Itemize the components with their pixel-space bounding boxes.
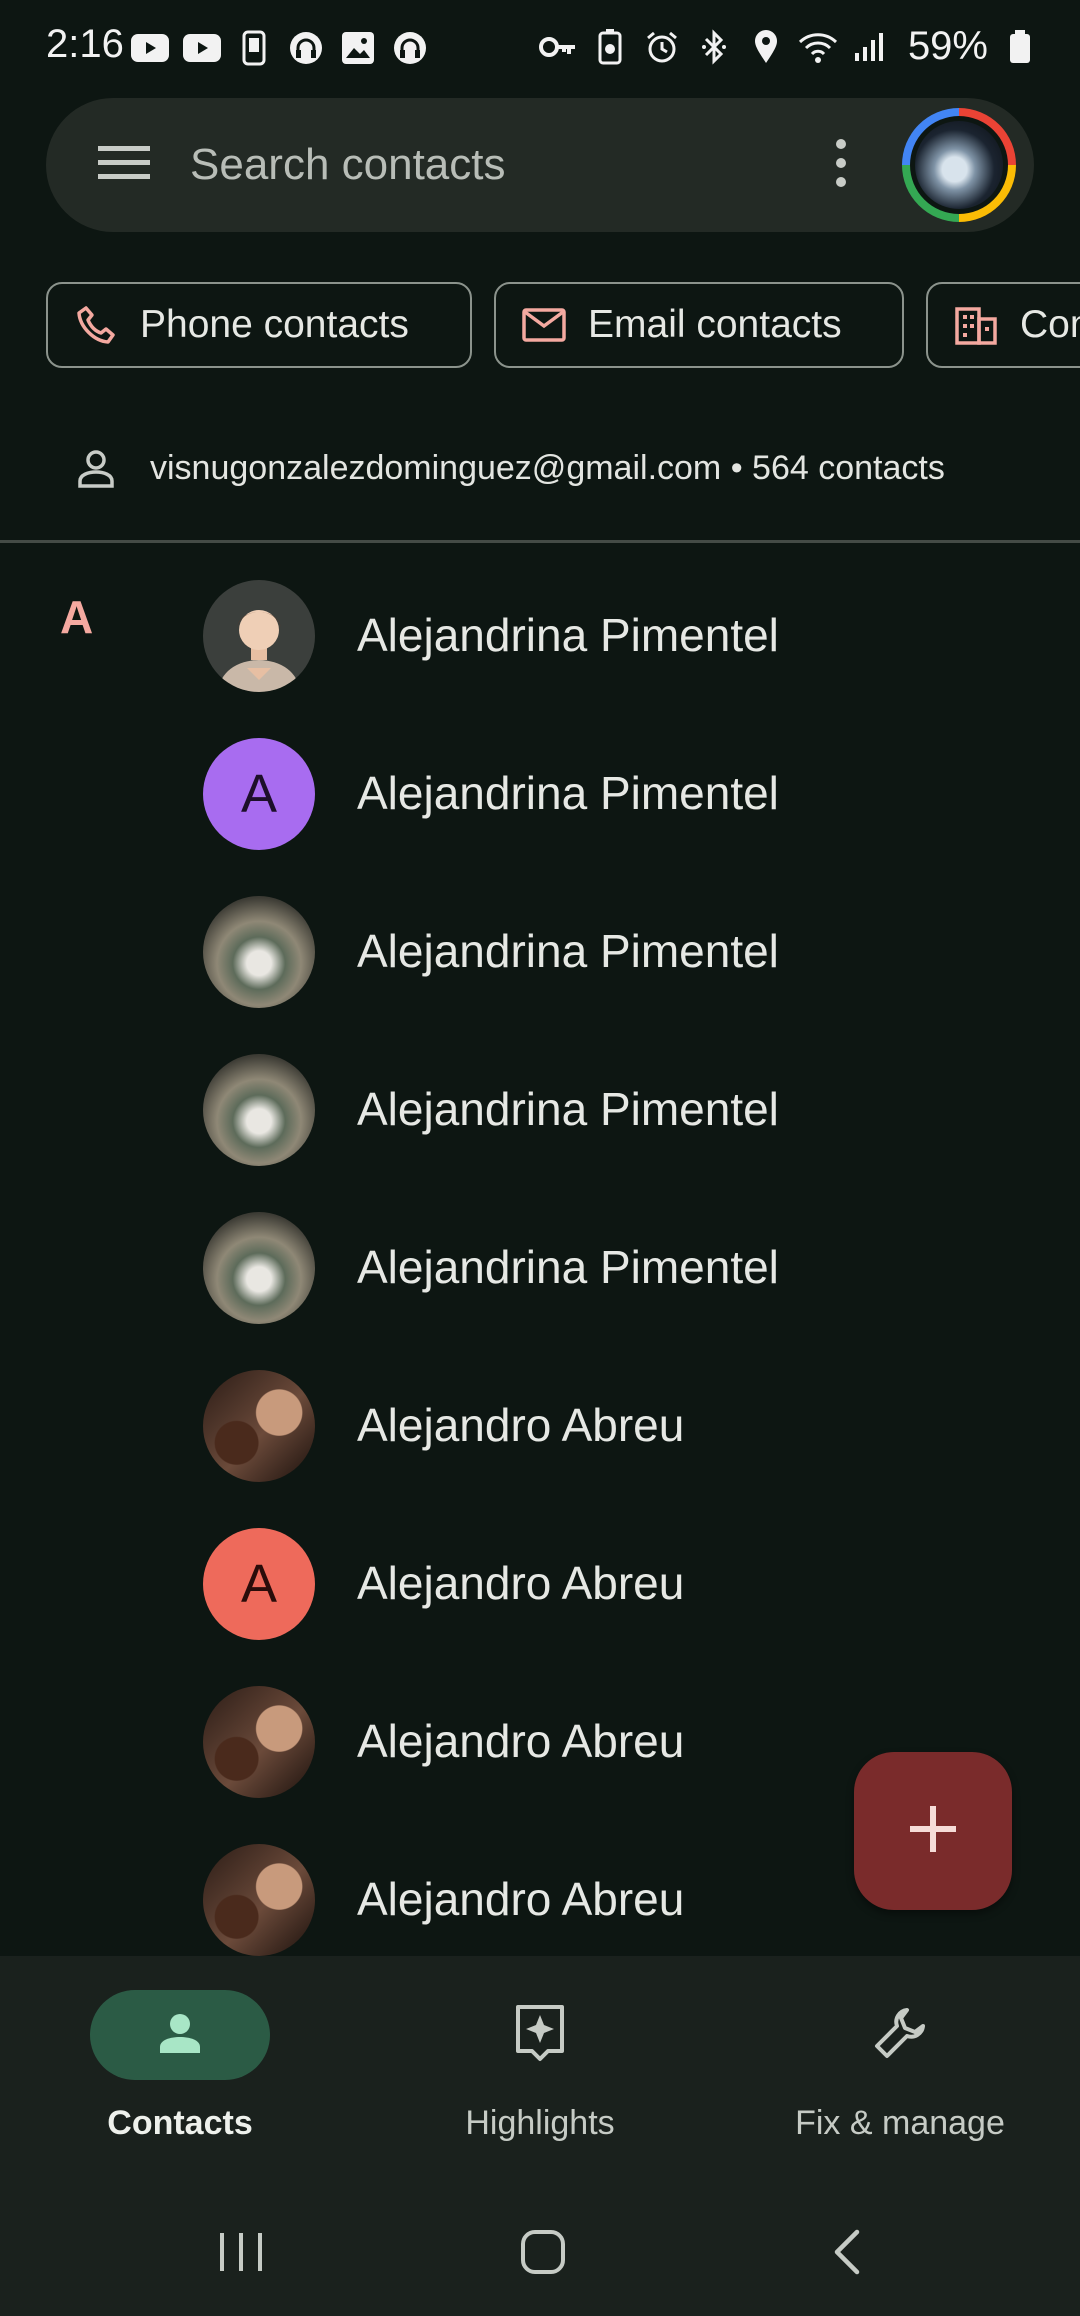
system-icons: 59%	[538, 24, 1040, 69]
person-outline-icon	[72, 444, 120, 492]
contact-row[interactable]: Alejandrina Pimentel	[0, 558, 1080, 716]
contact-name: Alejandrina Pimentel	[357, 1083, 779, 1135]
signal-icon	[850, 27, 890, 67]
create-contact-button[interactable]	[854, 1752, 1012, 1910]
chip-phone-contacts[interactable]: Phone contacts	[46, 282, 472, 368]
wifi-icon	[798, 27, 838, 67]
system-navigation-bar	[0, 2200, 1080, 2316]
headset-icon	[390, 28, 430, 68]
headset-icon	[286, 28, 326, 68]
contact-row[interactable]: Alejandro Abreu	[0, 1348, 1080, 1506]
phone-icon	[74, 303, 118, 347]
account-avatar[interactable]	[902, 108, 1016, 222]
contact-name: Alejandro Abreu	[357, 1399, 685, 1451]
hamburger-menu-icon	[97, 143, 151, 188]
memoji-avatar-icon	[219, 610, 299, 692]
contact-avatar	[203, 580, 315, 692]
contact-row[interactable]: Alejandrina Pimentel	[0, 874, 1080, 1032]
battery-icon	[1000, 27, 1040, 67]
more-options-button[interactable]	[806, 130, 876, 200]
chip-label: Phone contacts	[140, 303, 409, 346]
contact-row[interactable]: A Alejandrina Pimentel	[0, 716, 1080, 874]
back-button[interactable]	[812, 2224, 882, 2284]
youtube-icon	[182, 28, 222, 68]
contact-name: Alejandrina Pimentel	[357, 767, 779, 819]
account-summary-text: visnugonzalezdominguez@gmail.com • 564 c…	[150, 448, 945, 487]
contact-avatar	[203, 1686, 315, 1798]
nav-label: Contacts	[107, 2104, 253, 2142]
notification-icons	[130, 28, 430, 68]
nav-pill	[450, 1990, 630, 2080]
search-bar[interactable]: Search contacts	[46, 98, 1034, 232]
menu-button[interactable]	[94, 135, 154, 195]
contact-avatar: A	[203, 738, 315, 850]
more-vert-icon	[834, 138, 848, 193]
back-icon	[832, 2229, 862, 2280]
chip-label: Email contacts	[588, 303, 842, 346]
status-bar: 2:16 59%	[0, 0, 1080, 96]
nav-label: Fix & manage	[795, 2104, 1005, 2142]
contact-avatar: A	[203, 1528, 315, 1640]
contact-row[interactable]: Alejandrina Pimentel	[0, 1190, 1080, 1348]
plus-icon	[908, 1804, 958, 1859]
location-icon	[746, 27, 786, 67]
account-summary[interactable]: visnugonzalezdominguez@gmail.com • 564 c…	[72, 438, 945, 498]
battery-level: 59%	[907, 24, 988, 68]
person-icon	[156, 2009, 204, 2062]
battery-saver-icon	[590, 27, 630, 67]
contact-row[interactable]: Alejandrina Pimentel	[0, 1032, 1080, 1190]
building-icon	[954, 303, 998, 347]
nav-fix-manage[interactable]: Fix & manage	[750, 1990, 1050, 2150]
contact-avatar	[203, 896, 315, 1008]
contact-avatar	[203, 1212, 315, 1324]
contact-name: Alejandro Abreu	[357, 1873, 685, 1925]
divider	[0, 540, 1080, 543]
filter-chips: Phone contacts Email contacts Company	[46, 282, 1080, 372]
nav-pill	[90, 1990, 270, 2080]
contact-name: Alejandro Abreu	[357, 1715, 685, 1767]
chip-email-contacts[interactable]: Email contacts	[494, 282, 904, 368]
account-photo	[915, 121, 1003, 209]
search-input[interactable]: Search contacts	[190, 140, 506, 190]
highlights-icon	[514, 2003, 566, 2068]
gallery-icon	[338, 28, 378, 68]
youtube-icon	[130, 28, 170, 68]
nav-highlights[interactable]: Highlights	[390, 1990, 690, 2150]
contact-name: Alejandro Abreu	[357, 1557, 685, 1609]
alarm-icon	[642, 27, 682, 67]
home-icon	[520, 2229, 566, 2280]
bluetooth-icon	[694, 27, 734, 67]
chip-company[interactable]: Company	[926, 282, 1080, 368]
nav-label: Highlights	[465, 2104, 615, 2142]
home-button[interactable]	[508, 2224, 578, 2284]
nav-contacts[interactable]: Contacts	[30, 1990, 330, 2150]
phone-icon	[234, 28, 274, 68]
nav-pill	[810, 1990, 990, 2080]
contact-name: Alejandrina Pimentel	[357, 1241, 779, 1293]
contact-name: Alejandrina Pimentel	[357, 925, 779, 977]
recents-icon	[218, 2231, 264, 2278]
contact-name: Alejandrina Pimentel	[357, 609, 779, 661]
contact-avatar	[203, 1370, 315, 1482]
recents-button[interactable]	[206, 2224, 276, 2284]
key-icon	[538, 27, 578, 67]
status-time: 2:16	[46, 22, 124, 66]
contact-avatar	[203, 1054, 315, 1166]
contact-row[interactable]: A Alejandro Abreu	[0, 1506, 1080, 1664]
contact-avatar	[203, 1844, 315, 1956]
wrench-icon	[873, 2006, 927, 2065]
mail-icon	[522, 303, 566, 347]
chip-label: Company	[1020, 303, 1080, 346]
